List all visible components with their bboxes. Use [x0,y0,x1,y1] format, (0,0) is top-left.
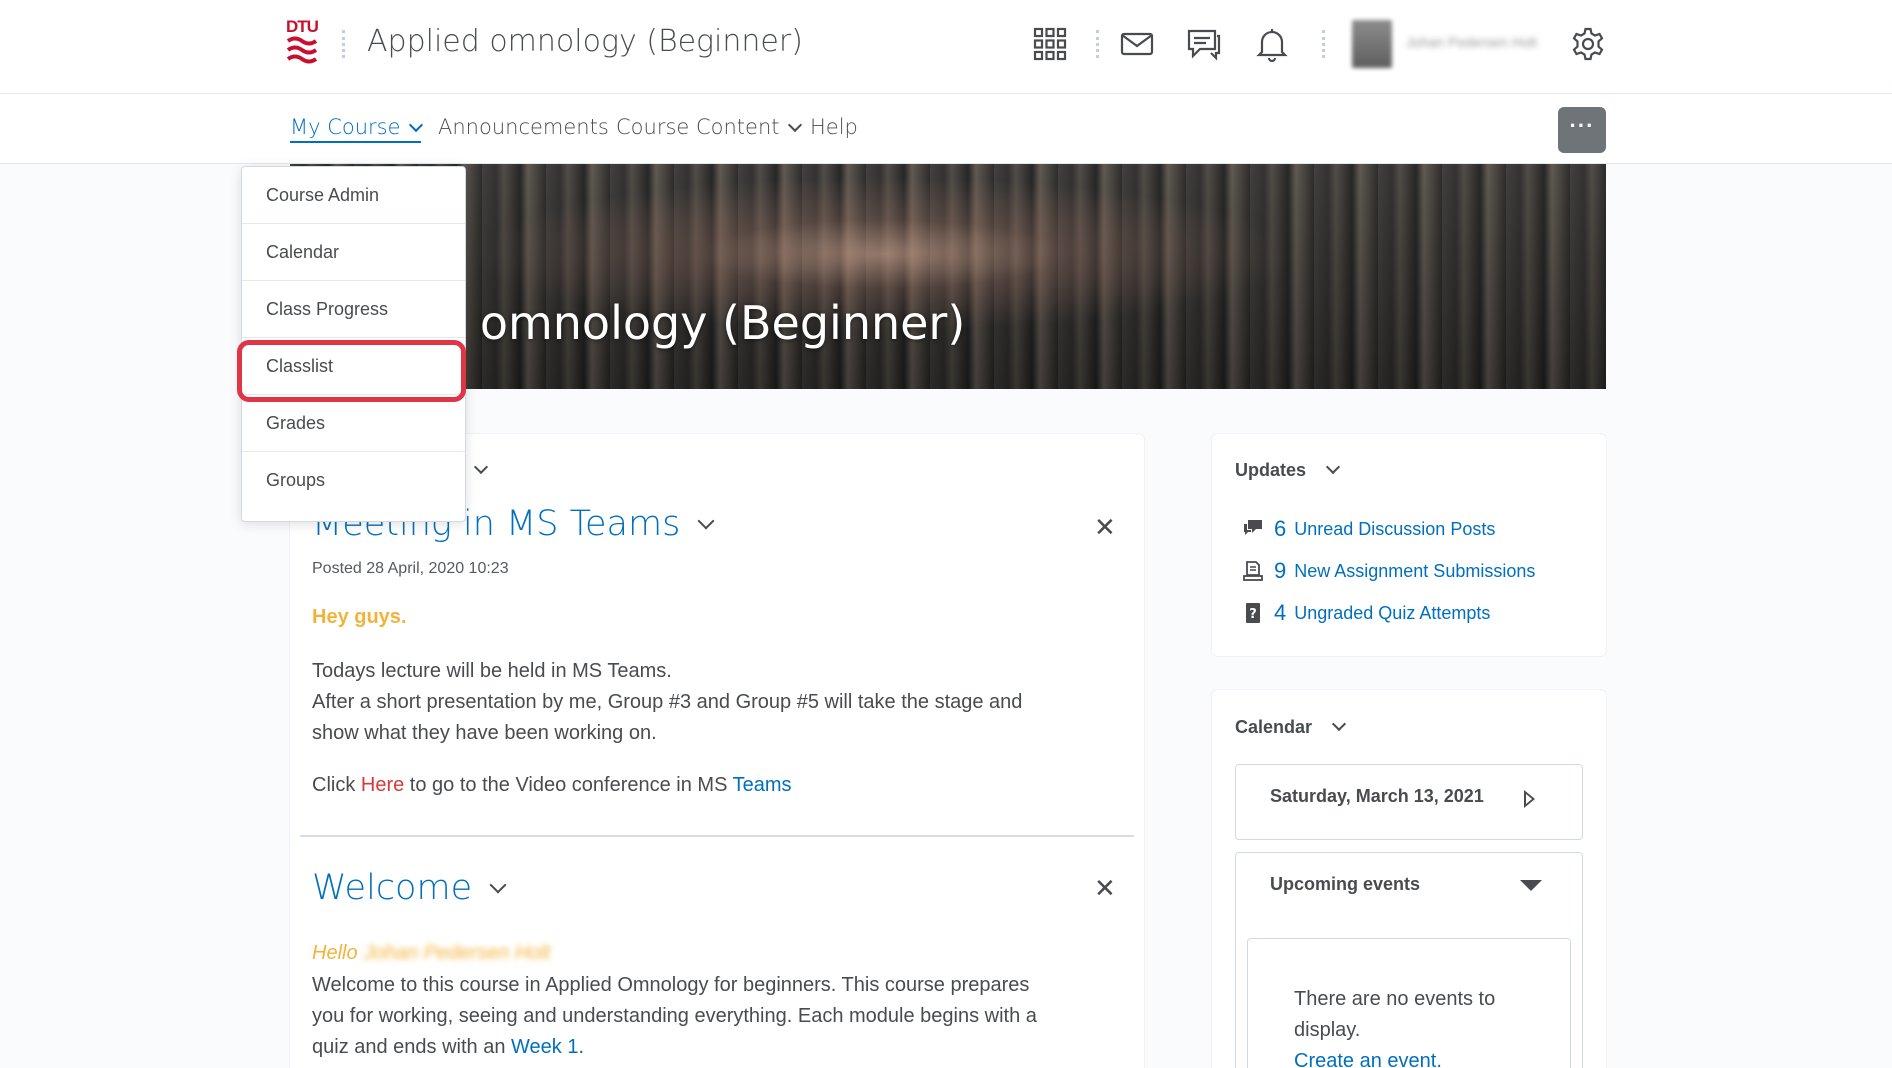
nav-label: Course Content [616,115,780,139]
header-divider [1096,30,1099,58]
nav-help[interactable]: Help [810,115,858,139]
updates-title[interactable]: Updates [1235,459,1341,481]
update-count: 6 [1274,516,1287,541]
svg-text:?: ? [1249,607,1257,622]
bell-icon[interactable] [1252,24,1292,64]
update-label: New Assignment Submissions [1294,560,1536,581]
click-middle: to go to the Video conference in MS [404,774,733,796]
chevron-down-icon [787,117,802,133]
update-label: Unread Discussion Posts [1294,518,1496,539]
chevron-down-icon [408,117,423,133]
announcement-divider [300,835,1134,837]
calendar-date[interactable]: Saturday, March 13, 2021 [1270,786,1484,807]
menu-item-calendar[interactable]: Calendar [242,224,465,281]
next-day-icon[interactable] [1524,790,1535,808]
discussion-icon [1244,520,1262,535]
greeting-name: Johan Pedersen Holt [363,942,551,964]
user-name[interactable]: Johan Pedersen Holt [1406,34,1550,50]
welcome-body-line: quiz and ends with an Week 1. [312,1032,584,1063]
announcement-greeting: Hey guys. [312,606,407,628]
avatar[interactable] [1352,20,1392,68]
top-header: DTU Applied omnology (Beginner) Johan Pe… [0,0,1892,94]
my-course-dropdown: Course Admin Calendar Class Progress Cla… [241,166,466,522]
no-events-message: There are no events to display. Create a… [1294,984,1534,1068]
logo-text: DTU [286,17,319,36]
menu-item-grades[interactable]: Grades [242,395,465,452]
click-prefix: Click [312,774,361,796]
mail-icon[interactable] [1117,24,1157,64]
no-events-line: There are no events to [1294,988,1496,1010]
chevron-down-icon[interactable] [1331,716,1347,732]
update-count: 9 [1274,558,1287,583]
nav-my-course[interactable]: My Course [290,115,423,143]
course-banner-image: d omnology (Beginner) [290,164,1606,389]
dismiss-announcement-button[interactable]: ✕ [1094,512,1116,543]
announcement-body-line: Todays lecture will be held in MS Teams. [312,660,672,682]
chevron-down-icon[interactable] [697,512,715,530]
here-link[interactable]: Here [361,774,404,796]
upcoming-events-label[interactable]: Upcoming events [1270,874,1420,895]
course-navbar: My Course Announcements Course Content H… [0,95,1892,164]
week1-link[interactable]: Week 1 [511,1036,578,1058]
menu-item-classlist[interactable]: Classlist [242,338,465,395]
course-title[interactable]: Applied omnology (Beginner) [367,24,803,59]
nav-announcements[interactable]: Announcements [438,115,609,139]
calendar-title-text: Calendar [1235,717,1313,737]
announcement-body-line: After a short presentation by me, Group … [312,691,1023,713]
update-row-discussions[interactable]: 6 Unread Discussion Posts [1242,516,1495,542]
menu-item-course-admin[interactable]: Course Admin [242,167,465,224]
banner-title: d omnology (Beginner) [436,296,966,350]
welcome-body-line: Welcome to this course in Applied Omnolo… [312,974,1030,996]
menu-item-class-progress[interactable]: Class Progress [242,281,465,338]
announcement-title[interactable]: Welcome [312,868,507,908]
logo-waves-icon [286,36,318,64]
header-divider [1322,30,1325,58]
chat-icon[interactable] [1184,24,1224,64]
update-row-assignments[interactable]: 9 New Assignment Submissions [1242,558,1535,584]
dtu-logo[interactable]: DTU [286,18,322,70]
menu-item-groups[interactable]: Groups [242,452,465,509]
assignment-icon [1243,561,1263,581]
dismiss-announcement-button[interactable]: ✕ [1094,873,1116,904]
line-suffix: . [578,1036,585,1058]
gear-icon[interactable] [1568,24,1608,64]
line-prefix: quiz and ends with an [312,1036,512,1058]
collapse-icon[interactable] [1520,880,1542,891]
posted-date: Posted 28 April, 2020 10:23 [312,560,509,577]
nav-label: Announcements [438,115,609,139]
announcement-click-line: Click Here to go to the Video conference… [312,770,792,801]
update-count: 4 [1274,600,1287,625]
more-options-button[interactable]: ··· [1558,107,1606,153]
teams-link[interactable]: Teams [733,774,792,796]
calendar-title[interactable]: Calendar [1235,716,1347,738]
update-row-quizzes[interactable]: ? 4 Ungraded Quiz Attempts [1242,600,1490,626]
header-divider [342,30,345,58]
welcome-greeting: Hello Johan Pedersen Holt [312,942,550,965]
chevron-down-icon[interactable] [1325,459,1341,475]
announcement-title-text: Welcome [312,868,473,908]
apps-grid-icon[interactable] [1030,24,1070,64]
no-events-line: display. [1294,1019,1361,1041]
welcome-body-line: you for working, seeing and understandin… [312,1005,1037,1027]
greeting-word: Hello [312,942,358,964]
nav-course-content[interactable]: Course Content [616,115,802,139]
chevron-down-icon[interactable] [489,876,507,894]
quiz-icon: ? [1246,603,1260,623]
create-event-link[interactable]: Create an event. [1294,1046,1534,1068]
nav-label: Help [810,115,858,139]
update-label: Ungraded Quiz Attempts [1294,602,1491,623]
nav-label: My Course [290,115,401,139]
announcement-body-line: show what they have been working on. [312,722,657,744]
updates-title-text: Updates [1235,460,1307,480]
